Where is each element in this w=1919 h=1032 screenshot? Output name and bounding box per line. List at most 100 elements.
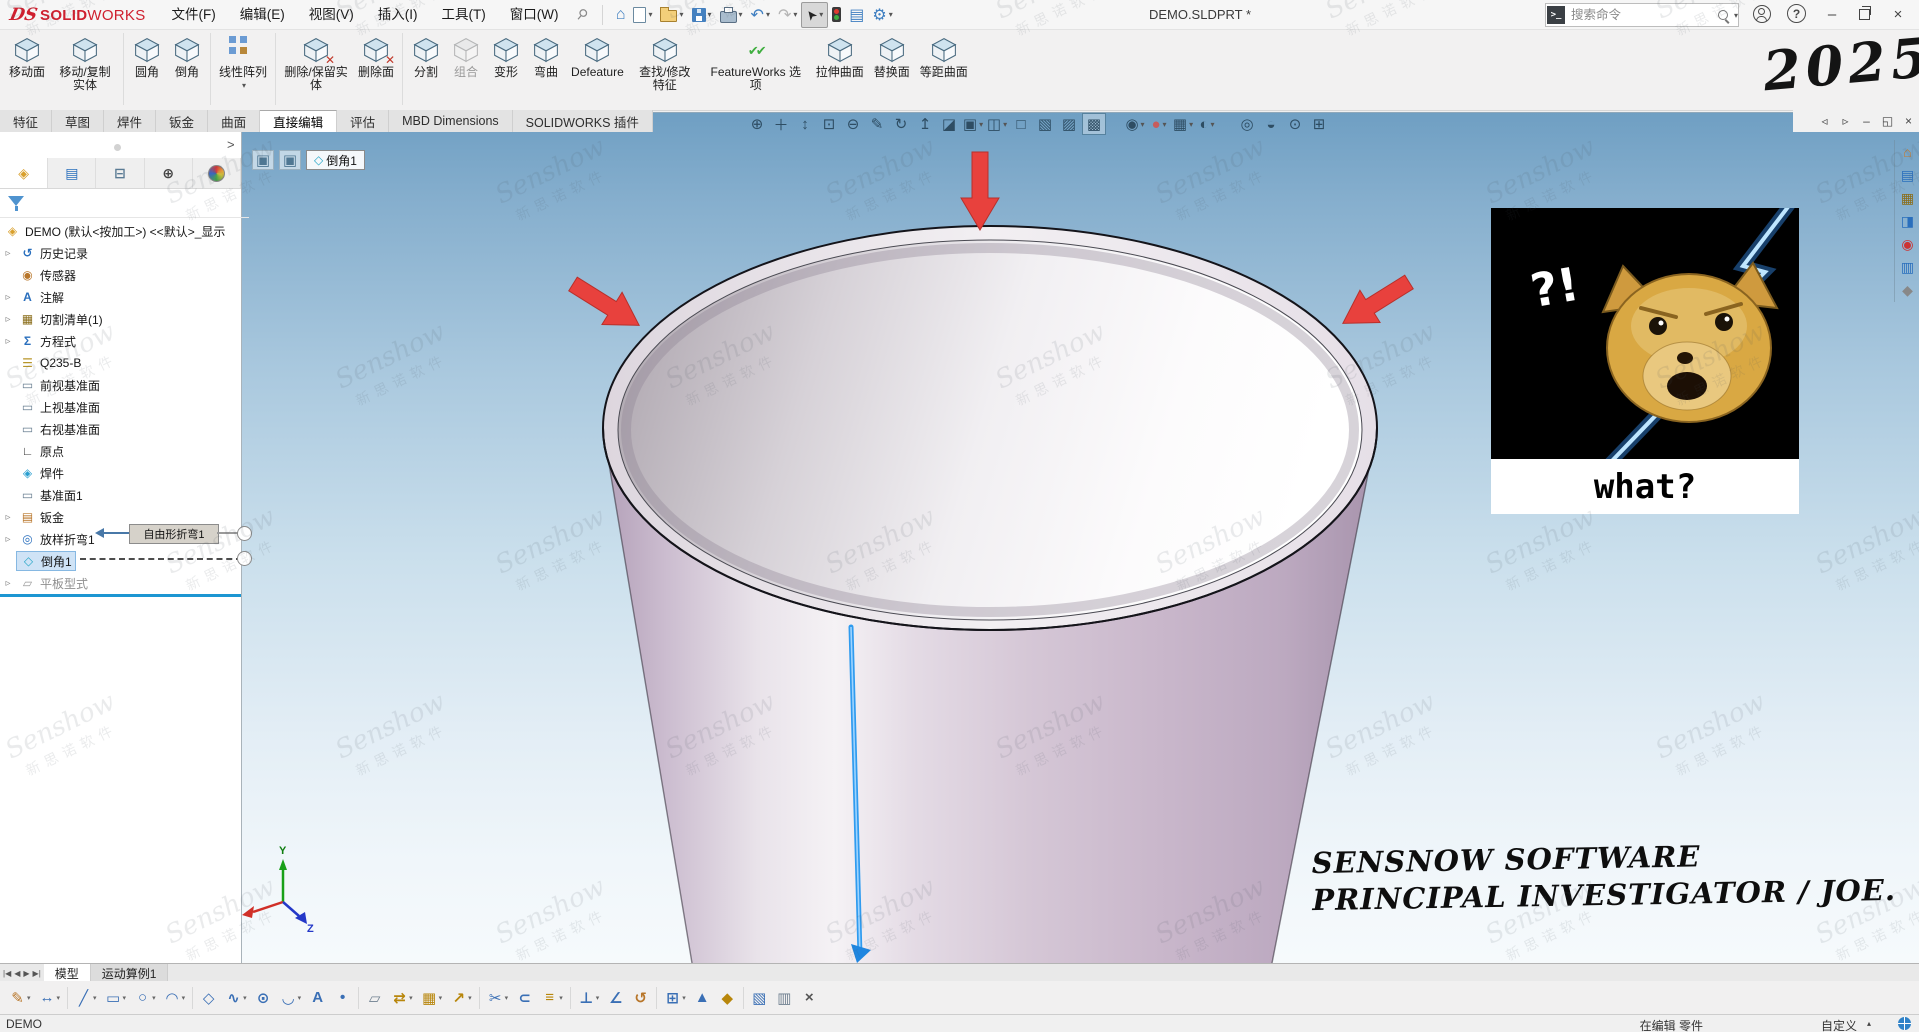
search-icon[interactable] [1718,10,1728,20]
new-document-icon-caret[interactable]: ▾ [648,10,652,19]
repair-sketch-icon[interactable]: ↺ [628,986,653,1010]
tab-solidworks-addins[interactable]: SOLIDWORKS 插件 [513,110,653,132]
select-cursor-icon[interactable]: ➤▾ [801,2,828,28]
ribbon-button-extruded-surface[interactable]: 拉伸曲面 [811,33,869,81]
cylinder-inner-face[interactable] [618,240,1362,620]
featuremanager-tab[interactable]: ◈ [0,158,48,188]
mirror-entities-icon-caret[interactable]: ▾ [409,994,413,1002]
tree-item-2[interactable]: ▹A注解 [0,286,241,308]
measure-icon[interactable]: ✎ [866,114,888,134]
view-orientation-icon-caret[interactable]: ▾ [979,120,983,129]
shaded-icon[interactable]: ▨ [1058,114,1080,134]
add-relation-icon[interactable]: ∠ [603,986,628,1010]
zoom-in-out-icon[interactable]: ↕ [794,114,816,134]
tree-item-11[interactable]: ▭基准面1 [0,484,241,506]
tab-surfaces[interactable]: 曲面 [208,110,260,132]
fullscreen-icon[interactable]: ⊞ [1308,114,1330,134]
search-box[interactable]: >_ ▾ [1545,3,1739,27]
breadcrumb-solid-icon[interactable]: ▣ [279,150,301,170]
ribbon-button-split[interactable]: 分割 [406,33,446,81]
propertymanager-tab[interactable]: ▤ [48,158,96,188]
trim-entities-icon[interactable]: ✂▾ [483,986,513,1010]
tab-mbd-dimensions[interactable]: MBD Dimensions [389,110,513,132]
breadcrumb-feature-chip[interactable]: ◇ 倒角1 [306,150,365,170]
tab-sheet-metal[interactable]: 钣金 [156,110,208,132]
search-input[interactable] [1569,7,1714,23]
ribbon-button-fillet[interactable]: 圆角 [127,33,167,81]
status-customize-label[interactable]: 自定义 [1821,1017,1857,1032]
configurations-tab[interactable]: ⊟ [96,158,144,188]
line-icon-caret[interactable]: ▾ [93,994,97,1002]
pane-previous-icon[interactable]: ◃ [1814,114,1835,128]
tab-weldments[interactable]: 焊件 [104,110,156,132]
ribbon-button-deform[interactable]: 变形 [486,33,526,81]
menu-item-view[interactable]: 视图(V) [297,1,366,29]
circle-icon-caret[interactable]: ▾ [152,994,156,1002]
move-entities-icon-caret[interactable]: ▾ [468,994,472,1002]
ribbon-button-chamfer[interactable]: 倒角 [167,33,207,81]
tree-item-15[interactable]: ▹▱平板型式 [0,572,241,594]
tree-expand-icon[interactable]: ▹ [0,248,16,259]
tree-item-3[interactable]: ▹▦切割清单(1) [0,308,241,330]
options-gear-icon[interactable]: ⚙▾ [868,3,896,27]
tree-expand-icon[interactable]: ▹ [0,336,16,347]
pan-icon[interactable]: ＋ [770,114,792,134]
tree-item-5[interactable]: ☰Q235-B [0,352,241,374]
save-icon[interactable]: ▾ [688,3,716,27]
callout-drag-handle[interactable] [237,526,252,541]
forum-icon[interactable]: ◆ [1902,282,1913,298]
convert-entities-icon[interactable]: ⊂ [512,986,537,1010]
rollback-drag-handle[interactable] [237,551,252,566]
display-style-icon[interactable]: ◫▾ [986,114,1008,134]
edit-appearance-icon-caret[interactable]: ▾ [1163,120,1167,129]
save-icon-caret[interactable]: ▾ [708,10,712,19]
zoom-area-icon[interactable]: ⊡ [818,114,840,134]
appearances-tab[interactable] [193,158,241,188]
print-icon-caret[interactable]: ▾ [739,10,743,19]
freeform-bend-callout[interactable]: 自由形折弯1 [129,524,219,544]
view-palette-icon[interactable]: ◨ [1901,213,1914,229]
view-settings-icon-caret[interactable]: ▾ [1211,120,1215,129]
display-style-icon-caret[interactable]: ▾ [1003,120,1007,129]
menu-item-edit[interactable]: 编辑(E) [228,1,297,29]
sketch-picture-icon[interactable]: ▥ [772,986,797,1010]
tree-expand-icon[interactable]: ▹ [0,578,16,589]
panel-splitter-handle[interactable] [114,144,121,151]
linear-pattern-caret-icon[interactable]: ▾ [242,79,246,92]
corner-rectangle-icon[interactable]: ▭▾ [101,986,131,1010]
trim-entities-icon-caret[interactable]: ▾ [505,994,509,1002]
view-orientation-icon[interactable]: ▣▾ [962,114,984,134]
tab-nav-icon-1[interactable]: ◀ [14,969,20,978]
rapid-sketch-icon[interactable]: ▲ [690,986,715,1010]
tab-nav-icon-2[interactable]: ▶ [23,969,29,978]
help-icon[interactable]: ? [1787,4,1806,23]
menu-item-tools[interactable]: 工具(T) [430,1,498,29]
options-gear-icon-caret[interactable]: ▾ [889,10,893,19]
design-library-icon[interactable]: ▤ [1901,167,1914,183]
ribbon-button-defeature[interactable]: Defeature [566,33,629,81]
tab-evaluate[interactable]: 评估 [337,110,389,132]
file-properties-icon[interactable]: ▤ [845,3,868,27]
view-up-icon[interactable]: ↥ [914,114,936,134]
ribbon-button-featureworks-options[interactable]: ✔✔FeatureWorks 选项 [701,33,811,94]
tree-item-10[interactable]: ◈焊件 [0,462,241,484]
appearances-scenes-icon[interactable]: ◉ [1901,236,1913,252]
new-document-icon[interactable]: ▾ [629,3,656,27]
breadcrumb-body-icon[interactable]: ▣ [252,150,274,170]
tab-nav-icon-0[interactable]: |◀ [3,969,11,978]
tree-root-row[interactable]: ◈DEMO (默认<按加工>) <<默认>_显示 [0,220,241,242]
user-account-icon[interactable] [1753,5,1771,23]
solidworks-resources-home-icon[interactable]: ⌂ [1903,144,1911,160]
ribbon-button-flex[interactable]: 弯曲 [526,33,566,81]
realview-icon[interactable]: ◎ [1236,114,1258,134]
wireframe-icon[interactable]: ▧ [1034,114,1056,134]
tree-expand-icon[interactable]: ▹ [0,534,16,545]
bottom-tab-model[interactable]: 模型 [44,964,91,982]
display-relations-icon-caret[interactable]: ▾ [596,994,600,1002]
ribbon-button-linear-pattern[interactable]: 线性阵列▾ [214,33,272,94]
open-icon[interactable]: ▾ [656,3,687,27]
tree-item-7[interactable]: ▭上视基准面 [0,396,241,418]
custom-properties-icon[interactable]: ▥ [1901,259,1914,275]
spline-icon[interactable]: ∿▾ [221,986,251,1010]
instant2d-icon[interactable]: ◆ [715,986,740,1010]
